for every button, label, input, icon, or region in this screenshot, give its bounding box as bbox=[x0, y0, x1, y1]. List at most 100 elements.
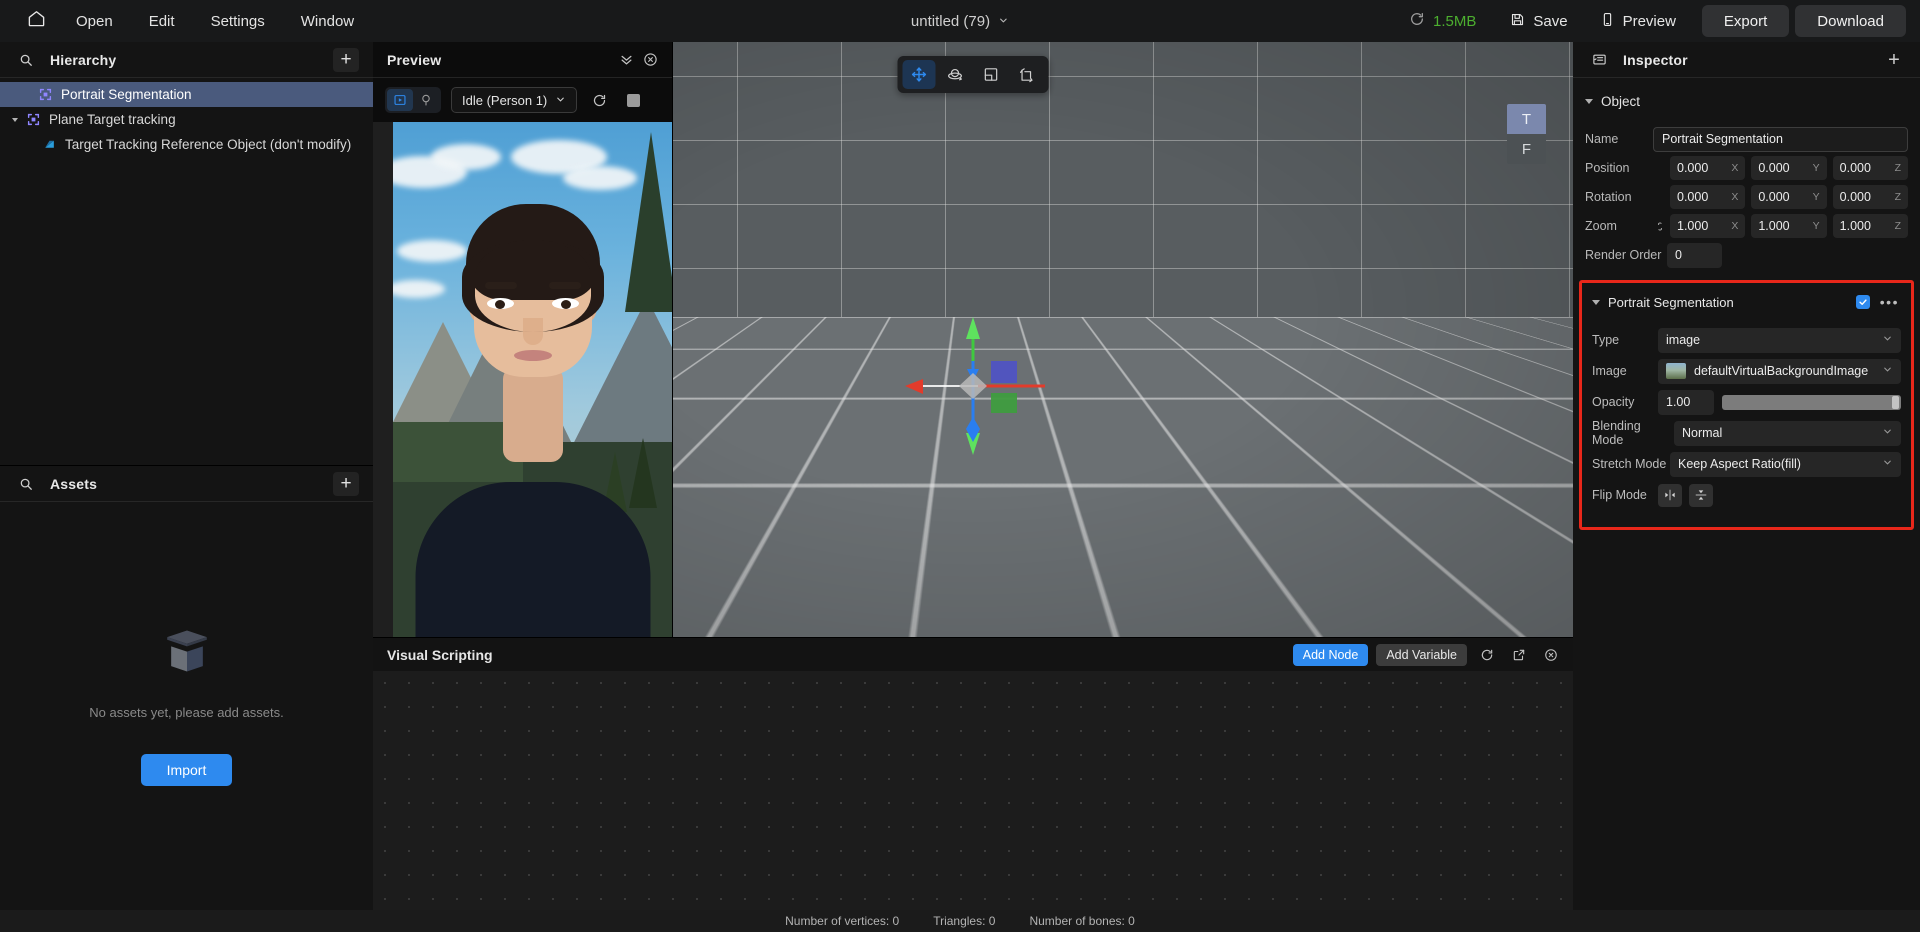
name-input[interactable]: Portrait Segmentation bbox=[1653, 126, 1908, 152]
render-order-input[interactable]: 0 bbox=[1667, 242, 1722, 268]
chevron-double-down-icon[interactable] bbox=[614, 48, 638, 72]
transform-tool-button[interactable] bbox=[1011, 60, 1044, 89]
zoom-z-value: 1.000 bbox=[1839, 219, 1871, 233]
preview-mode-group bbox=[385, 87, 441, 113]
zoom-z-input[interactable]: 1.000 Z bbox=[1832, 214, 1908, 238]
preview-header: Preview bbox=[373, 42, 672, 78]
hierarchy-item-plane-target-tracking[interactable]: Plane Target tracking bbox=[0, 107, 373, 132]
position-x-input[interactable]: 0.000 X bbox=[1670, 156, 1746, 180]
position-z-input[interactable]: 0.000 Z bbox=[1832, 156, 1908, 180]
assets-add-button[interactable]: + bbox=[333, 471, 359, 496]
home-button[interactable] bbox=[14, 0, 58, 42]
link-scale-icon[interactable] bbox=[1653, 220, 1666, 233]
search-icon[interactable] bbox=[14, 472, 38, 496]
zoom-y-input[interactable]: 1.000 Y bbox=[1751, 214, 1827, 238]
preview-button[interactable]: Preview bbox=[1588, 6, 1688, 36]
position-y-value: 0.000 bbox=[1758, 161, 1790, 175]
rotation-z-input[interactable]: 0.000 Z bbox=[1832, 185, 1908, 209]
viewport-tool-bar bbox=[897, 56, 1049, 93]
type-select[interactable]: image bbox=[1658, 327, 1901, 353]
view-top-face[interactable]: T bbox=[1507, 104, 1546, 134]
phone-preview-icon bbox=[1600, 12, 1615, 31]
opacity-input[interactable]: 1.00 bbox=[1658, 389, 1714, 415]
preview-video-mode-button[interactable] bbox=[387, 89, 413, 111]
rotation-z-value: 0.000 bbox=[1839, 190, 1871, 204]
hierarchy-header: Hierarchy + bbox=[0, 42, 373, 78]
inspector-add-button[interactable]: + bbox=[1882, 48, 1906, 72]
transform-gizmo[interactable] bbox=[883, 301, 1063, 471]
component-enabled-checkbox[interactable] bbox=[1855, 295, 1870, 309]
tree-expand-caret[interactable] bbox=[6, 117, 24, 123]
flip-vertical-icon[interactable] bbox=[1689, 483, 1713, 507]
hierarchy-panel: Hierarchy + Portrait Segmentation Plane … bbox=[0, 42, 373, 466]
preview-stop-button[interactable] bbox=[621, 88, 645, 112]
rotation-x-value: 0.000 bbox=[1677, 190, 1709, 204]
object-section-header[interactable]: Object bbox=[1573, 86, 1920, 116]
object-node-icon bbox=[24, 111, 42, 129]
import-button[interactable]: Import bbox=[140, 754, 233, 786]
component-header[interactable]: Portrait Segmentation ••• bbox=[1582, 287, 1911, 317]
object-node-icon bbox=[36, 86, 54, 104]
menu-open[interactable]: Open bbox=[58, 0, 131, 42]
blending-mode-select[interactable]: Normal bbox=[1674, 420, 1901, 446]
assets-header: Assets + bbox=[0, 466, 373, 502]
inspector-body: Object Name Portrait Segmentation Positi… bbox=[1573, 78, 1920, 910]
view-front-face[interactable]: F bbox=[1507, 134, 1546, 164]
segmented-person bbox=[393, 122, 672, 637]
preview-camera-mode-button[interactable] bbox=[413, 89, 439, 111]
rotate-tool-button[interactable] bbox=[939, 60, 972, 89]
zoom-x-input[interactable]: 1.000 X bbox=[1670, 214, 1746, 238]
ellipsis-icon[interactable]: ••• bbox=[1878, 294, 1901, 310]
axis-x-label: X bbox=[1731, 162, 1739, 174]
rotation-x-input[interactable]: 0.000 X bbox=[1670, 185, 1746, 209]
position-y-input[interactable]: 0.000 Y bbox=[1751, 156, 1827, 180]
preview-refresh-button[interactable] bbox=[587, 88, 611, 112]
preview-state-dropdown[interactable]: Idle (Person 1) bbox=[451, 87, 578, 113]
visual-scripting-header: Visual Scripting Add Node Add Variable bbox=[373, 637, 1573, 671]
image-select[interactable]: defaultVirtualBackgroundImage bbox=[1658, 358, 1901, 384]
hierarchy-item-label: Portrait Segmentation bbox=[61, 87, 192, 102]
flip-horizontal-icon[interactable] bbox=[1658, 483, 1682, 507]
top-actions-group: 1.5MB Save Preview Export Download bbox=[1409, 0, 1906, 42]
download-button[interactable]: Download bbox=[1795, 5, 1906, 37]
opacity-slider-handle[interactable] bbox=[1892, 395, 1899, 409]
visual-scripting-canvas[interactable] bbox=[373, 671, 1573, 910]
hierarchy-item-portrait-segmentation[interactable]: Portrait Segmentation bbox=[0, 82, 373, 107]
axis-z-label: Z bbox=[1894, 220, 1901, 232]
move-tool-button[interactable] bbox=[902, 60, 936, 89]
inspector-list-icon bbox=[1587, 48, 1611, 72]
render-order-row: Render Order 0 bbox=[1573, 242, 1920, 268]
visual-scripting-close-button[interactable] bbox=[1539, 643, 1563, 667]
stretch-mode-select[interactable]: Keep Aspect Ratio(fill) bbox=[1670, 451, 1901, 477]
opacity-slider[interactable] bbox=[1722, 394, 1901, 410]
scale-tool-button[interactable] bbox=[975, 60, 1008, 89]
rotation-y-input[interactable]: 0.000 Y bbox=[1751, 185, 1827, 209]
add-variable-button[interactable]: Add Variable bbox=[1376, 643, 1467, 666]
opacity-row: Opacity 1.00 bbox=[1582, 389, 1911, 415]
axis-y-label: Y bbox=[1812, 162, 1820, 174]
hierarchy-add-button[interactable]: + bbox=[333, 47, 359, 72]
axis-z-label: Z bbox=[1894, 162, 1901, 174]
zoom-y-value: 1.000 bbox=[1758, 219, 1790, 233]
menu-edit[interactable]: Edit bbox=[131, 0, 193, 42]
preview-stage[interactable] bbox=[373, 122, 672, 637]
rotation-y-value: 0.000 bbox=[1758, 190, 1790, 204]
project-title-dropdown[interactable]: untitled (79) bbox=[911, 13, 1009, 30]
visual-scripting-refresh-button[interactable] bbox=[1475, 643, 1499, 667]
menu-settings[interactable]: Settings bbox=[193, 0, 283, 42]
external-link-icon[interactable] bbox=[1507, 643, 1531, 667]
export-button[interactable]: Export bbox=[1701, 5, 1790, 37]
image-value: defaultVirtualBackgroundImage bbox=[1694, 364, 1869, 378]
chevron-down-icon bbox=[1882, 426, 1893, 440]
refresh-icon[interactable] bbox=[1409, 11, 1425, 32]
view-orientation-widget[interactable]: T F bbox=[1507, 104, 1546, 164]
save-button[interactable]: Save bbox=[1498, 6, 1579, 36]
flip-mode-label: Flip Mode bbox=[1592, 488, 1647, 502]
add-node-button[interactable]: Add Node bbox=[1292, 643, 1369, 666]
hierarchy-item-target-tracking-reference-object[interactable]: Target Tracking Reference Object (don't … bbox=[0, 132, 373, 157]
close-circle-icon[interactable] bbox=[638, 48, 662, 72]
stretch-mode-value: Keep Aspect Ratio(fill) bbox=[1678, 457, 1801, 471]
chevron-down-icon bbox=[998, 13, 1009, 30]
search-icon[interactable] bbox=[14, 48, 38, 72]
menu-window[interactable]: Window bbox=[283, 0, 372, 42]
